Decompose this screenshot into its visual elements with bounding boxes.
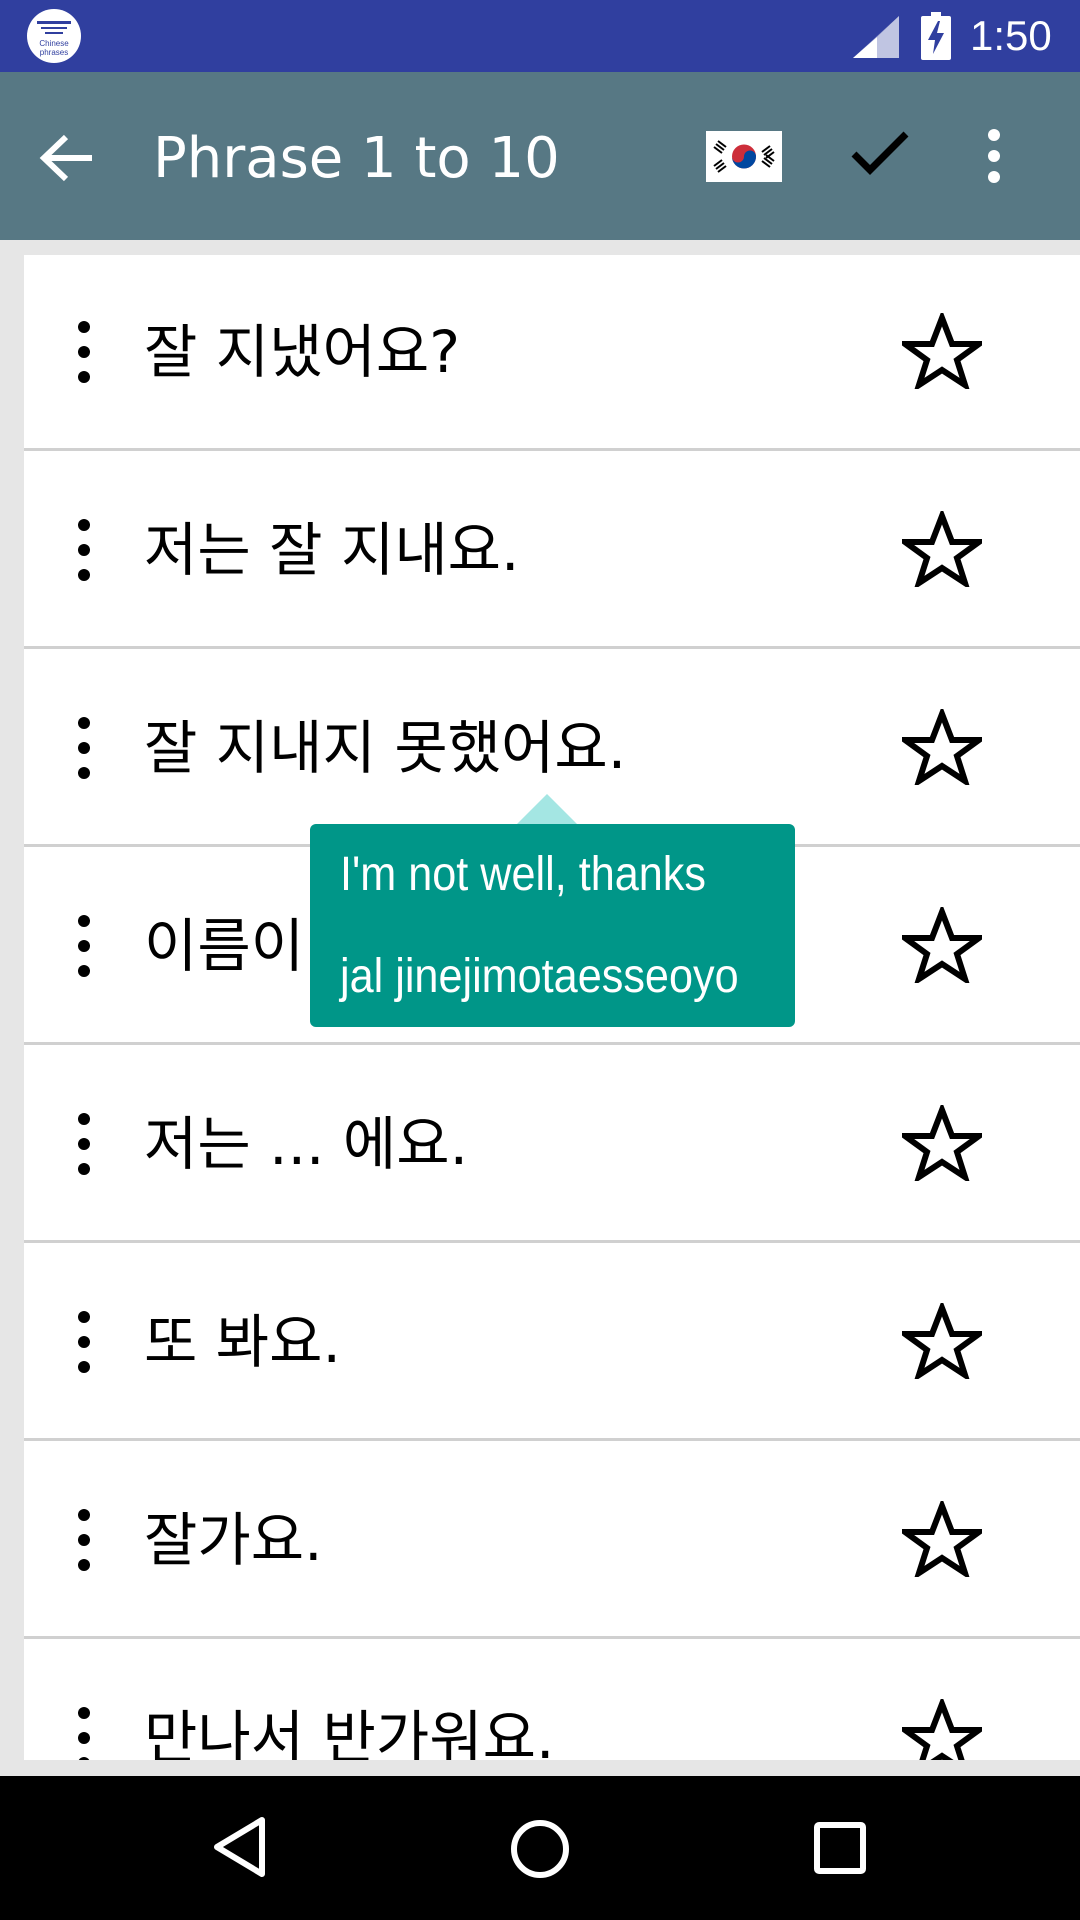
arrow-back-icon[interactable]: [38, 134, 94, 182]
star-outline-icon[interactable]: [902, 313, 982, 389]
status-time: 1:50: [970, 12, 1052, 59]
status-bar: Chinese phrases 1:50: [0, 0, 1080, 72]
more-vert-icon[interactable]: [980, 128, 1008, 184]
list-item[interactable]: 만나서 반가워요.: [24, 1641, 1080, 1760]
app-logo-icon: Chinese phrases: [27, 9, 81, 63]
list-item[interactable]: 잘 지냈어요?: [24, 255, 1080, 451]
item-menu-icon[interactable]: [74, 319, 94, 385]
phrase-text[interactable]: 잘가요.: [144, 1501, 323, 1579]
item-menu-icon[interactable]: [74, 1705, 94, 1760]
star-outline-icon[interactable]: [902, 1105, 982, 1181]
tooltip-romanization: jal jinejimotaesseoyo: [340, 950, 739, 1003]
page-title: Phrase 1 to 10: [153, 126, 560, 191]
list-item[interactable]: 저는 잘 지내요.: [24, 453, 1080, 649]
south-korea-flag-icon[interactable]: [706, 131, 782, 182]
item-menu-icon[interactable]: [74, 715, 94, 781]
battery-charging-icon: [921, 12, 951, 60]
tooltip-translation: I'm not well, thanks: [340, 848, 707, 901]
list-item[interactable]: 잘가요.: [24, 1443, 1080, 1639]
nav-back-icon[interactable]: [212, 1816, 268, 1878]
item-menu-icon[interactable]: [74, 913, 94, 979]
check-icon[interactable]: [850, 128, 910, 178]
star-outline-icon[interactable]: [902, 1303, 982, 1379]
phrase-text[interactable]: 잘 지냈어요?: [144, 313, 460, 391]
app-logo-text: Chinese phrases: [39, 39, 69, 57]
cell-signal-icon: [853, 16, 899, 58]
star-outline-icon[interactable]: [902, 907, 982, 983]
item-menu-icon[interactable]: [74, 1111, 94, 1177]
nav-home-icon[interactable]: [510, 1819, 570, 1879]
phrase-text[interactable]: 이름이: [144, 907, 304, 985]
phrase-text[interactable]: 잘 지내지 못했어요.: [144, 709, 626, 787]
star-outline-icon[interactable]: [902, 709, 982, 785]
item-menu-icon[interactable]: [74, 1507, 94, 1573]
nav-recents-icon[interactable]: [814, 1822, 866, 1874]
list-item[interactable]: 또 봐요.: [24, 1245, 1080, 1441]
phrase-text[interactable]: 저는 ... 에요.: [144, 1105, 468, 1183]
list-item[interactable]: 저는 ... 에요.: [24, 1047, 1080, 1243]
translation-tooltip[interactable]: I'm not well, thanks jal jinejimotaesseo…: [310, 824, 795, 1027]
star-outline-icon[interactable]: [902, 1501, 982, 1577]
phrase-text[interactable]: 또 봐요.: [144, 1303, 341, 1381]
item-menu-icon[interactable]: [74, 517, 94, 583]
tooltip-arrow: [517, 794, 577, 824]
phrase-text[interactable]: 저는 잘 지내요.: [144, 511, 519, 589]
item-menu-icon[interactable]: [74, 1309, 94, 1375]
phrase-text[interactable]: 만나서 반가워요.: [144, 1699, 554, 1760]
star-outline-icon[interactable]: [902, 511, 982, 587]
star-outline-icon[interactable]: [902, 1699, 982, 1760]
